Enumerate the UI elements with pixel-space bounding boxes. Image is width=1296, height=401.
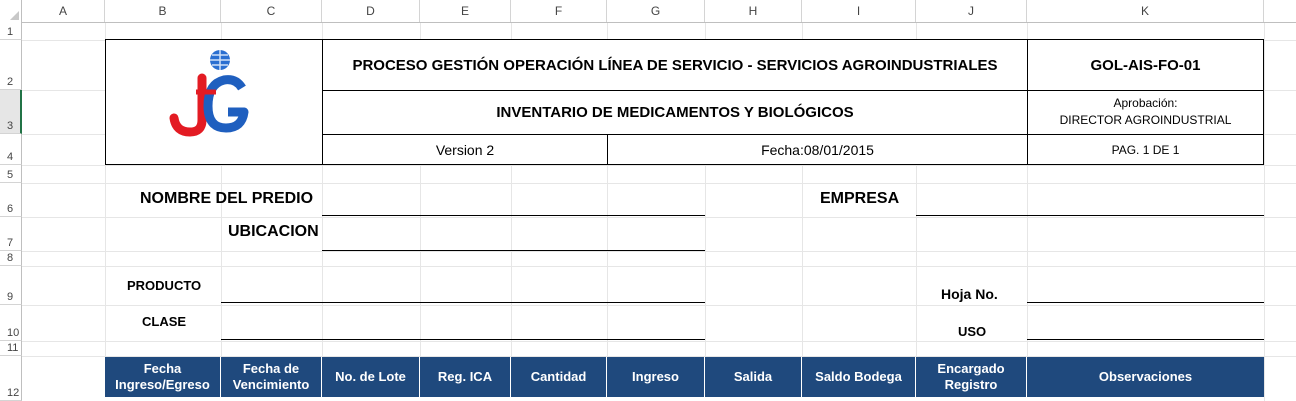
column-header-c[interactable]: C — [221, 0, 322, 22]
page-number: PAG. 1 DE 1 — [1111, 142, 1180, 157]
row-header-1[interactable]: 1 — [0, 22, 22, 40]
row-header-7[interactable]: 7 — [0, 217, 22, 251]
th-fecha-ingreso[interactable]: Fecha Ingreso/Egreso — [105, 357, 221, 397]
column-header-bar: A B C D E F G H I J K — [0, 0, 1296, 23]
hoja-field[interactable] — [1027, 302, 1264, 303]
column-header-f[interactable]: F — [511, 0, 607, 22]
version: Version 2 — [435, 141, 495, 158]
producto-field[interactable] — [221, 302, 705, 303]
column-header-j[interactable]: J — [916, 0, 1027, 22]
column-header-b[interactable]: B — [105, 0, 221, 22]
row-header-12[interactable]: 12 — [0, 356, 22, 401]
column-header-i[interactable]: I — [802, 0, 916, 22]
row-header-8[interactable]: 8 — [0, 251, 22, 266]
th-saldo-bodega[interactable]: Saldo Bodega — [802, 357, 916, 397]
nombre-predio-field[interactable] — [322, 215, 705, 216]
row-header-4[interactable]: 4 — [0, 134, 22, 165]
table-first-row[interactable] — [105, 397, 1264, 401]
uso-label: USO — [958, 324, 987, 339]
ubicacion-field[interactable] — [322, 250, 705, 251]
ubicacion-label: UBICACION — [228, 223, 319, 240]
th-ingreso[interactable]: Ingreso — [607, 357, 705, 397]
empresa-field[interactable] — [916, 215, 1264, 216]
column-header-g[interactable]: G — [607, 0, 705, 22]
row-header-11[interactable]: 11 — [0, 341, 22, 356]
hoja-label: Hoja No. — [941, 286, 998, 302]
row-header-10[interactable]: 10 — [0, 305, 22, 341]
company-logo — [169, 50, 249, 137]
th-encargado-registro[interactable]: Encargado Registro — [916, 357, 1027, 397]
row-header-6[interactable]: 6 — [0, 183, 22, 217]
column-header-a[interactable]: A — [22, 0, 105, 22]
th-fecha-vencimiento[interactable]: Fecha de Vencimiento — [221, 357, 322, 397]
uso-field[interactable] — [1027, 339, 1264, 340]
th-cantidad[interactable]: Cantidad — [511, 357, 607, 397]
empresa-label: EMPRESA — [820, 190, 900, 207]
logo-cell[interactable] — [105, 39, 323, 165]
th-salida[interactable]: Salida — [705, 357, 802, 397]
clase-label: CLASE — [142, 314, 187, 329]
row-header-2[interactable]: 2 — [0, 40, 22, 90]
doc-code: GOL-AIS-FO-01 — [1090, 56, 1201, 74]
select-all-corner[interactable] — [0, 0, 22, 22]
approval-label: Aprobación: — [1113, 96, 1178, 110]
approval-value: DIRECTOR AGROINDUSTRIAL — [1059, 113, 1232, 127]
process-title: PROCESO GESTIÓN OPERACIÓN LÍNEA DE SERVI… — [352, 56, 998, 74]
row-header-9[interactable]: 9 — [0, 266, 22, 305]
nombre-predio-label: NOMBRE DEL PREDIO — [140, 190, 314, 207]
th-observaciones[interactable]: Observaciones — [1027, 357, 1264, 397]
column-header-e[interactable]: E — [420, 0, 511, 22]
th-reg-ica[interactable]: Reg. ICA — [420, 357, 511, 397]
date: Fecha:08/01/2015 — [761, 141, 874, 158]
th-no-lote[interactable]: No. de Lote — [322, 357, 420, 397]
column-header-d[interactable]: D — [322, 0, 420, 22]
row-header-5[interactable]: 5 — [0, 165, 22, 183]
column-header-k[interactable]: K — [1027, 0, 1264, 22]
doc-title: INVENTARIO DE MEDICAMENTOS Y BIOLÓGICOS — [496, 104, 854, 121]
clase-field[interactable] — [221, 339, 705, 340]
producto-label: PRODUCTO — [127, 278, 202, 293]
row-header-3[interactable]: 3 — [0, 90, 22, 134]
column-header-h[interactable]: H — [705, 0, 802, 22]
